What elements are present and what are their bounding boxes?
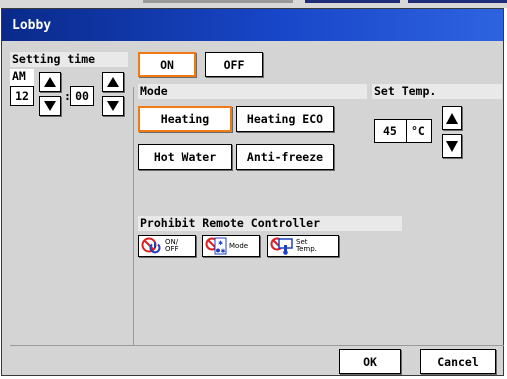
top-strip-segment (143, 0, 293, 3)
arrow-up-icon (107, 77, 119, 87)
ampm-text: AM (12, 69, 26, 83)
set-temp-unit: °C (411, 124, 425, 138)
set-temp-separator (406, 120, 407, 142)
top-strip-segment (305, 0, 400, 3)
off-button[interactable]: OFF (205, 52, 263, 77)
mode-heating-button[interactable]: Heating (138, 106, 232, 132)
top-strip (0, 0, 507, 8)
arrow-up-icon (446, 112, 458, 124)
thermometer-prohibit-icon (270, 237, 293, 255)
hour-down-button[interactable] (39, 96, 61, 116)
prohibit-settemp-button[interactable]: Set Temp. (267, 235, 339, 257)
svg-text:✱: ✱ (218, 240, 223, 247)
title-bar: Lobby (2, 9, 503, 41)
minute-up-button[interactable] (102, 72, 124, 92)
hour-text: 12 (15, 89, 29, 103)
arrow-down-icon (107, 101, 119, 111)
set-temp-number: 45 (383, 124, 397, 138)
minute-value: 00 (70, 86, 94, 106)
arrow-up-icon (44, 77, 56, 87)
mode-hot-water-button[interactable]: Hot Water (138, 144, 232, 170)
ampm-indicator: AM (10, 69, 34, 87)
prohibit-settemp-text: Set Temp. (296, 239, 317, 253)
set-temp-label: Set Temp. (372, 84, 502, 99)
minute-down-button[interactable] (102, 96, 124, 116)
prohibit-mode-button[interactable]: ✱ ✱ Mode (202, 235, 260, 257)
mode-label: Mode (138, 84, 367, 99)
temp-down-button[interactable] (442, 134, 462, 158)
minute-text: 00 (75, 89, 89, 103)
ok-button[interactable]: OK (339, 349, 401, 374)
temp-up-button[interactable] (442, 106, 462, 130)
svg-text:✱: ✱ (220, 248, 225, 255)
hour-value: 12 (10, 86, 34, 106)
footer-divider (10, 345, 504, 346)
top-strip-segment (408, 0, 507, 3)
mode-prohibit-icon: ✱ ✱ (205, 237, 227, 255)
prohibit-label: Prohibit Remote Controller (138, 216, 402, 231)
prohibit-onoff-button[interactable]: ON/ OFF (138, 235, 196, 257)
lobby-dialog: Lobby Setting time AM 12 : 00 ON OFF Mod… (1, 8, 504, 376)
mode-heating-eco-button[interactable]: Heating ECO (236, 106, 334, 132)
vertical-divider (133, 87, 134, 345)
power-prohibit-icon (141, 237, 161, 254)
arrow-down-icon (44, 101, 56, 111)
hour-up-button[interactable] (39, 72, 61, 92)
set-temp-value: 45 °C (374, 119, 432, 143)
cancel-button[interactable]: Cancel (420, 349, 496, 374)
on-button[interactable]: ON (138, 52, 196, 77)
setting-time-label: Setting time (10, 52, 128, 67)
arrow-down-icon (446, 140, 458, 152)
prohibit-settemp-line2: Temp. (296, 245, 317, 253)
mode-anti-freeze-button[interactable]: Anti-freeze (236, 144, 334, 170)
prohibit-mode-text: Mode (229, 241, 249, 250)
window-title: Lobby (12, 18, 52, 33)
prohibit-onoff-text: ON/ OFF (165, 239, 179, 253)
prohibit-onoff-line2: OFF (165, 245, 179, 253)
